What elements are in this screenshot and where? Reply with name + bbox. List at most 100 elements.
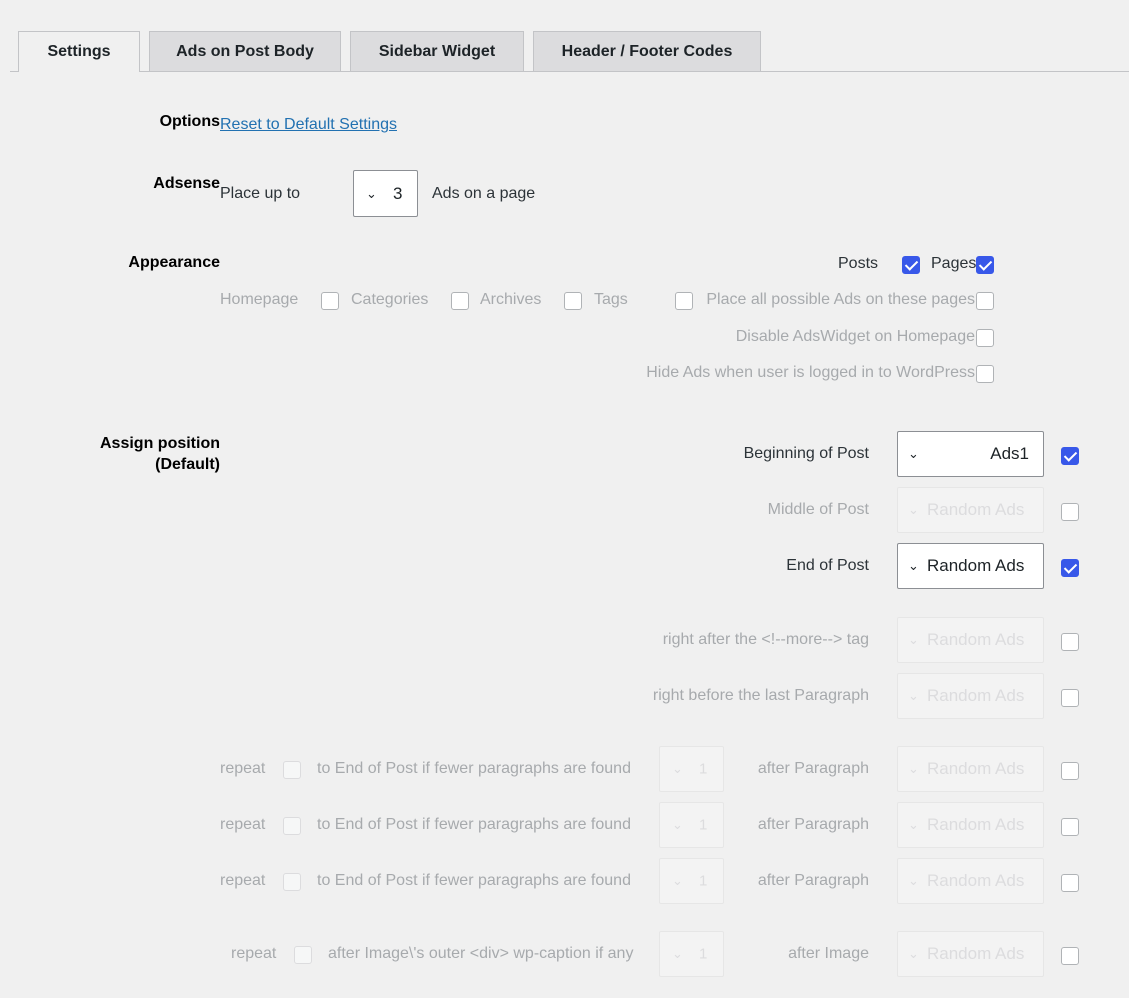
categories-label: Categories — [351, 291, 429, 308]
chevron-down-icon: ⌄ — [908, 688, 919, 703]
hide-logged-label: Hide Ads when user is logged in to WordP… — [646, 364, 975, 381]
chevron-down-icon: ⌄ — [908, 817, 919, 832]
tab-ads-on-post-body[interactable]: Ads on Post Body — [149, 31, 341, 71]
posts-label: Posts — [838, 255, 879, 272]
categories-checkbox[interactable] — [451, 292, 469, 310]
middle-of-post-select[interactable]: ⌄ Random Ads — [897, 487, 1044, 533]
paragraph-number-select[interactable]: ⌄ 1 — [659, 746, 724, 792]
repeat-checkbox[interactable] — [283, 817, 301, 835]
place-up-to-text: Place up to — [220, 185, 301, 202]
place-all-label: Place all possible Ads on these pages — [706, 291, 975, 308]
repeat-ad-value: Random Ads — [927, 759, 1025, 778]
middle-of-post-checkbox[interactable] — [1061, 503, 1079, 521]
tab-settings[interactable]: Settings — [18, 31, 140, 72]
repeat-enable-checkbox[interactable] — [1061, 874, 1079, 892]
paragraph-number-value: 1 — [699, 816, 708, 834]
assign-position-default-label: (Default) — [155, 456, 220, 473]
archives-label: Archives — [480, 291, 542, 308]
after-image-label: after Image — [788, 945, 869, 962]
end-of-post-label: End of Post — [786, 557, 869, 574]
paragraph-number-select[interactable]: ⌄ 1 — [659, 802, 724, 848]
before-last-paragraph-checkbox[interactable] — [1061, 689, 1079, 707]
image-ad-value: Random Ads — [927, 944, 1025, 963]
repeat-label: repeat — [220, 760, 266, 777]
after-paragraph-label: after Paragraph — [757, 816, 869, 833]
middle-of-post-label: Middle of Post — [767, 501, 869, 518]
repeat-checkbox[interactable] — [283, 761, 301, 779]
chevron-down-icon: ⌄ — [908, 761, 919, 776]
after-paragraph-label: after Paragraph — [757, 872, 869, 889]
repeat-enable-checkbox[interactable] — [1061, 818, 1079, 836]
archives-checkbox[interactable] — [564, 292, 582, 310]
chevron-down-icon: ⌄ — [366, 185, 377, 201]
middle-of-post-value: Random Ads — [927, 500, 1025, 519]
paragraph-number-value: 1 — [699, 760, 708, 778]
before-last-paragraph-label: right before the last Paragraph — [652, 687, 869, 704]
repeat-ad-select[interactable]: ⌄ Random Ads — [897, 858, 1044, 904]
tab-header-footer-codes[interactable]: Header / Footer Codes — [533, 31, 761, 71]
before-last-paragraph-select[interactable]: ⌄ Random Ads — [897, 673, 1044, 719]
beginning-of-post-label: Beginning of Post — [743, 445, 869, 462]
before-last-paragraph-value: Random Ads — [927, 686, 1025, 705]
disable-widget-label: Disable AdsWidget on Homepage — [735, 328, 975, 345]
repeat-image-checkbox[interactable] — [294, 946, 312, 964]
after-more-tag-value: Random Ads — [927, 630, 1025, 649]
tab-sidebar-widget[interactable]: Sidebar Widget — [350, 31, 524, 71]
chevron-down-icon: ⌄ — [672, 873, 683, 888]
chevron-down-icon: ⌄ — [908, 558, 919, 573]
disable-widget-checkbox[interactable] — [976, 329, 994, 347]
image-number-value: 1 — [699, 945, 708, 963]
paragraph-number-select[interactable]: ⌄ 1 — [659, 858, 724, 904]
paragraph-number-value: 1 — [699, 872, 708, 890]
reset-default-link[interactable]: Reset to Default Settings — [220, 116, 397, 134]
posts-checkbox[interactable] — [902, 256, 920, 274]
chevron-down-icon: ⌄ — [908, 446, 919, 461]
repeat-label: repeat — [220, 872, 266, 889]
tags-label: Tags — [594, 291, 628, 308]
after-more-tag-select[interactable]: ⌄ Random Ads — [897, 617, 1044, 663]
chevron-down-icon: ⌄ — [908, 873, 919, 888]
chevron-down-icon: ⌄ — [908, 632, 919, 647]
pages-checkbox[interactable] — [976, 256, 994, 274]
options-label: Options — [159, 113, 220, 130]
repeat-image-text: after Image\'s outer <div> wp-caption if… — [328, 945, 634, 962]
ads-on-page-text: Ads on a page — [432, 185, 536, 202]
homepage-checkbox[interactable] — [321, 292, 339, 310]
hide-logged-checkbox[interactable] — [976, 365, 994, 383]
end-of-post-select[interactable]: ⌄ Random Ads — [897, 543, 1044, 589]
end-of-post-value: Random Ads — [927, 556, 1025, 575]
chevron-down-icon: ⌄ — [672, 946, 683, 961]
ads-count-select[interactable]: ⌄ 3 — [353, 170, 418, 217]
adsense-label: Adsense — [153, 175, 220, 192]
beginning-of-post-value: Ads1 — [990, 444, 1029, 463]
ads-count-value: 3 — [393, 183, 403, 203]
after-paragraph-label: after Paragraph — [757, 760, 869, 777]
end-of-post-checkbox[interactable] — [1061, 559, 1079, 577]
after-more-tag-label: right after the <!--more--> tag — [662, 631, 869, 648]
assign-position-label: Assign position — [100, 435, 220, 452]
repeat-image-label: repeat — [231, 945, 277, 962]
repeat-checkbox[interactable] — [283, 873, 301, 891]
chevron-down-icon: ⌄ — [908, 946, 919, 961]
chevron-down-icon: ⌄ — [672, 761, 683, 776]
tabs-divider — [10, 71, 1129, 72]
image-number-select[interactable]: ⌄ 1 — [659, 931, 724, 977]
repeat-enable-checkbox[interactable] — [1061, 762, 1079, 780]
appearance-label: Appearance — [128, 254, 220, 271]
beginning-of-post-checkbox[interactable] — [1061, 447, 1079, 465]
repeat-ad-select[interactable]: ⌄ Random Ads — [897, 802, 1044, 848]
image-enable-checkbox[interactable] — [1061, 947, 1079, 965]
repeat-ad-value: Random Ads — [927, 815, 1025, 834]
after-more-tag-checkbox[interactable] — [1061, 633, 1079, 651]
repeat-text: to End of Post if fewer paragraphs are f… — [317, 816, 631, 833]
image-ad-select[interactable]: ⌄ Random Ads — [897, 931, 1044, 977]
chevron-down-icon: ⌄ — [672, 817, 683, 832]
place-all-checkbox[interactable] — [976, 292, 994, 310]
homepage-label: Homepage — [220, 291, 299, 308]
chevron-down-icon: ⌄ — [908, 502, 919, 517]
pages-label: Pages — [931, 255, 977, 272]
repeat-ad-select[interactable]: ⌄ Random Ads — [897, 746, 1044, 792]
repeat-text: to End of Post if fewer paragraphs are f… — [317, 760, 631, 777]
beginning-of-post-select[interactable]: ⌄ Ads1 — [897, 431, 1044, 477]
repeat-text: to End of Post if fewer paragraphs are f… — [317, 872, 631, 889]
